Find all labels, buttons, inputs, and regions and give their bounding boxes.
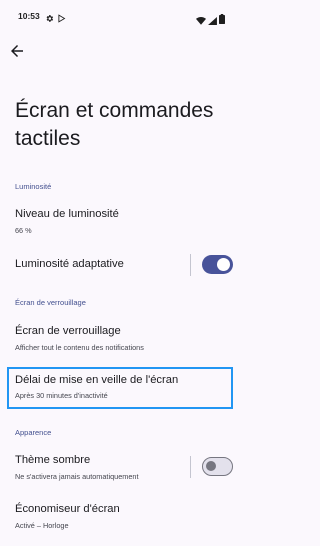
lock-screen-item[interactable]: Écran de verrouillage Afficher tout le c… [0,316,243,358]
screen-saver-subtitle: Activé – Horloge [15,521,69,530]
dark-theme-title: Thème sombre [15,454,91,466]
screen-timeout-item[interactable]: Délai de mise en veille de l'écran Après… [0,367,243,409]
arrow-back-icon [11,45,23,57]
section-header-appearance: Apparence [15,428,52,437]
screen-saver-title: Économiseur d'écran [15,503,120,515]
divider [190,254,191,276]
page-title: Écran et commandes tactiles [15,99,214,150]
dark-theme-subtitle: Ne s'activera jamais automatiquement [15,472,139,481]
screen-timeout-title: Délai de mise en veille de l'écran [15,374,179,386]
brightness-level-value: 66 % [15,226,32,235]
back-button[interactable] [8,42,26,60]
status-time: 10:53 [18,11,40,21]
adaptive-brightness-toggle[interactable] [202,255,233,274]
play-store-icon [57,10,66,28]
signal-icon [208,12,217,30]
dark-theme-toggle[interactable] [202,457,233,476]
section-header-brightness: Luminosité [15,182,52,191]
section-header-lock-screen: Écran de verrouillage [15,298,86,307]
toggle-thumb [217,258,230,271]
lock-screen-title: Écran de verrouillage [15,325,121,337]
display-settings-screen: 10:53 Écran et commandes tactiles Lumino… [0,0,243,546]
status-bar: 10:53 [0,0,243,26]
wifi-icon [196,12,206,30]
divider [190,456,191,478]
battery-icon [219,11,225,29]
adaptive-brightness-title: Luminosité adaptative [15,258,124,270]
lock-screen-subtitle: Afficher tout le contenu des notificatio… [15,343,144,352]
brightness-level-title: Niveau de luminosité [15,208,119,220]
screen-saver-item[interactable]: Économiseur d'écran Activé – Horloge [0,495,243,537]
screen-timeout-subtitle: Après 30 minutes d'inactivité [15,391,108,400]
brightness-level-item[interactable]: Niveau de luminosité 66 % [0,200,243,242]
gear-icon [45,10,54,28]
dark-theme-item[interactable]: Thème sombre Ne s'activera jamais automa… [0,446,243,488]
adaptive-brightness-item[interactable]: Luminosité adaptative [0,250,243,280]
toggle-thumb [206,461,216,471]
